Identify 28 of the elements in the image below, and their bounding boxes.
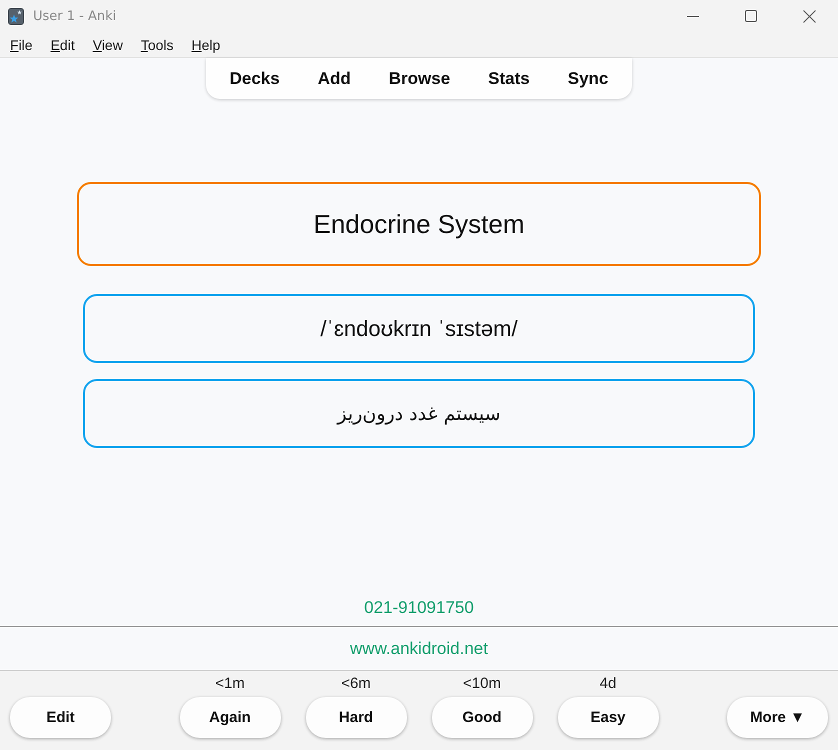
star-tile-icon <box>8 8 24 24</box>
menu-item[interactable]: View <box>92 36 123 52</box>
pronunciation-card: /ˈɛndoʊkrɪn ˈsɪstəm/ <box>83 294 755 363</box>
toolbar-link[interactable]: Browse <box>388 68 450 88</box>
interval-label: 4d <box>600 675 616 693</box>
phone-number: 021-91091750 <box>364 598 474 618</box>
toolbar-link[interactable]: Decks <box>230 68 280 88</box>
close-icon[interactable] <box>802 10 816 22</box>
toolbar-link[interactable]: Sync <box>568 68 608 88</box>
answer-button[interactable]: Easy <box>558 697 658 738</box>
window-title: User 1 - Anki <box>33 8 116 24</box>
menu-item[interactable]: Tools <box>140 36 174 52</box>
toolbar-link[interactable]: Add <box>318 68 351 88</box>
interval-label: <1m <box>215 675 245 693</box>
maximize-icon[interactable] <box>745 10 757 22</box>
menu-item[interactable]: File <box>10 36 33 52</box>
more-button[interactable]: More ▼ <box>727 697 828 738</box>
term-card: Endocrine System <box>77 182 761 266</box>
toolbar-link[interactable]: Stats <box>488 68 530 88</box>
interval-label: <6m <box>341 675 371 693</box>
interval-label: <10m <box>463 675 501 693</box>
menu-item[interactable]: Edit <box>50 36 75 52</box>
answer-button[interactable]: Again <box>180 697 280 738</box>
menu-item[interactable]: Help <box>192 36 220 52</box>
translation-card: سیستم غدد درون‌ریز <box>83 379 755 448</box>
answer-button[interactable]: Good <box>432 697 532 738</box>
edit-button[interactable]: Edit <box>10 697 111 738</box>
answer-button[interactable]: Hard <box>306 697 406 738</box>
